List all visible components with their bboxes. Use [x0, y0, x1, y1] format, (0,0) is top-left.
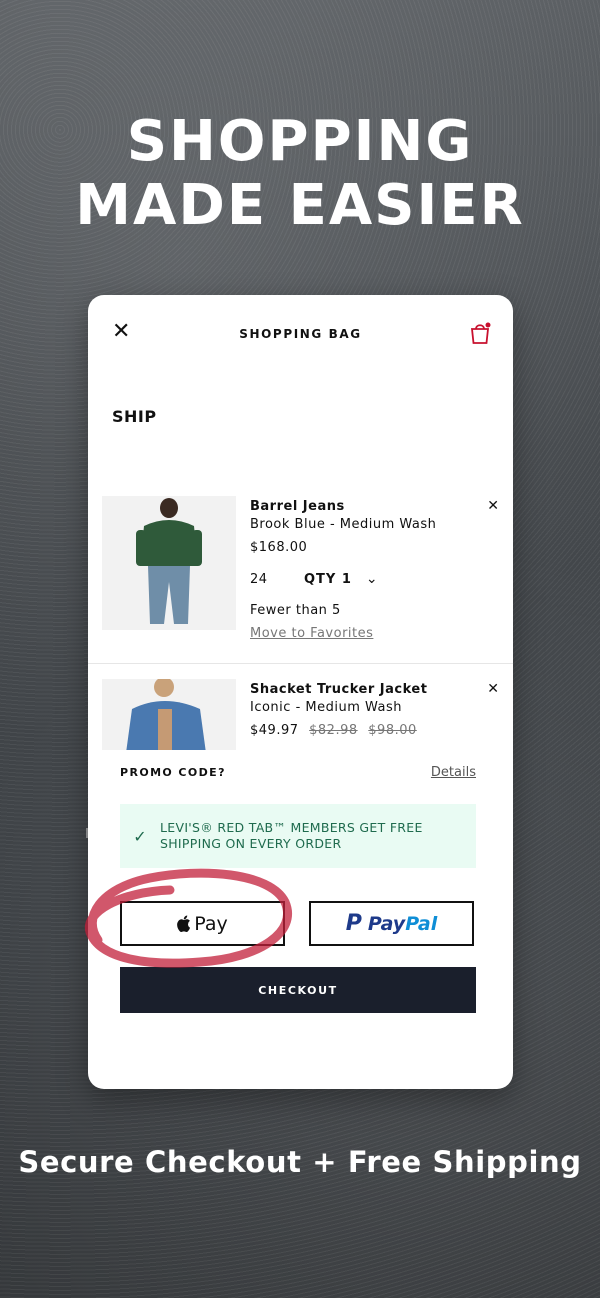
remove-item-icon[interactable]: ✕ — [487, 498, 499, 514]
product-image[interactable] — [102, 679, 236, 750]
original-price: $98.00 — [368, 723, 417, 738]
paypal-logo-icon: P — [345, 911, 362, 936]
apple-pay-button[interactable]: Pay — [120, 901, 285, 946]
banner-line-1: LEVI'S® RED TAB™ MEMBERS GET FREE — [160, 820, 423, 835]
shopping-bag-icon[interactable] — [469, 321, 491, 345]
promo-code-toggle[interactable]: PROMO CODE? — [120, 766, 226, 779]
product-name[interactable]: Barrel Jeans — [250, 499, 480, 514]
apple-logo-icon — [177, 915, 191, 932]
hero-headline: SHOPPING MADE EASIER — [0, 110, 600, 238]
original-price: $82.98 — [309, 723, 358, 738]
product-name[interactable]: Shacket Trucker Jacket — [250, 682, 480, 697]
chevron-down-icon[interactable]: ⌄ — [366, 571, 378, 587]
divider — [88, 663, 513, 664]
checkout-button[interactable]: CHECKOUT — [120, 967, 476, 1013]
page-title: SHOPPING BAG — [239, 327, 362, 341]
paypal-button[interactable]: P Pay Pal — [309, 901, 474, 946]
paypal-label-pal: Pal — [405, 912, 438, 935]
qty-selector[interactable]: QTY 1 — [304, 572, 352, 587]
price-row: $49.97 $82.98 $98.00 — [250, 723, 480, 738]
checkmark-icon: ✓ — [133, 826, 147, 846]
cart-item: Barrel Jeans Brook Blue - Medium Wash $1… — [88, 492, 513, 662]
stock-note: Fewer than 5 — [250, 603, 341, 618]
banner-line-2: SHIPPING ON EVERY ORDER — [160, 836, 342, 851]
free-shipping-banner: ✓ LEVI'S® RED TAB™ MEMBERS GET FREE SHIP… — [120, 804, 476, 868]
details-link[interactable]: Details — [431, 765, 476, 780]
cart-item: Shacket Trucker Jacket Iconic - Medium W… — [88, 675, 513, 750]
product-variant: Brook Blue - Medium Wash — [250, 517, 437, 532]
shopping-bag-screen: ✕ SHOPPING BAG SHIP Barrel Jeans Brook B… — [88, 295, 513, 1089]
product-image[interactable] — [102, 496, 236, 630]
paypal-label-pay: Pay — [367, 912, 406, 935]
product-price: $49.97 — [250, 723, 299, 738]
banner-text: LEVI'S® RED TAB™ MEMBERS GET FREE SHIPPI… — [160, 820, 423, 852]
top-bar: ✕ SHOPPING BAG — [88, 295, 513, 373]
product-variant: Iconic - Medium Wash — [250, 700, 403, 715]
product-price: $168.00 — [250, 540, 308, 555]
move-to-favorites-link[interactable]: Move to Favorites — [250, 626, 480, 641]
section-title: SHIP — [112, 407, 157, 426]
item-info: Shacket Trucker Jacket Iconic - Medium W… — [250, 682, 480, 738]
size-qty-row: 24 QTY 1 ⌄ — [250, 571, 480, 587]
hero-line-1: SHOPPING — [126, 109, 474, 174]
hero-line-2: MADE EASIER — [75, 173, 525, 238]
apple-pay-label: Pay — [194, 912, 228, 935]
remove-item-icon[interactable]: ✕ — [487, 681, 499, 697]
size-value: 24 — [250, 571, 268, 587]
tagline: Secure Checkout + Free Shipping — [18, 1145, 582, 1179]
item-info: Barrel Jeans Brook Blue - Medium Wash $1… — [250, 499, 480, 641]
